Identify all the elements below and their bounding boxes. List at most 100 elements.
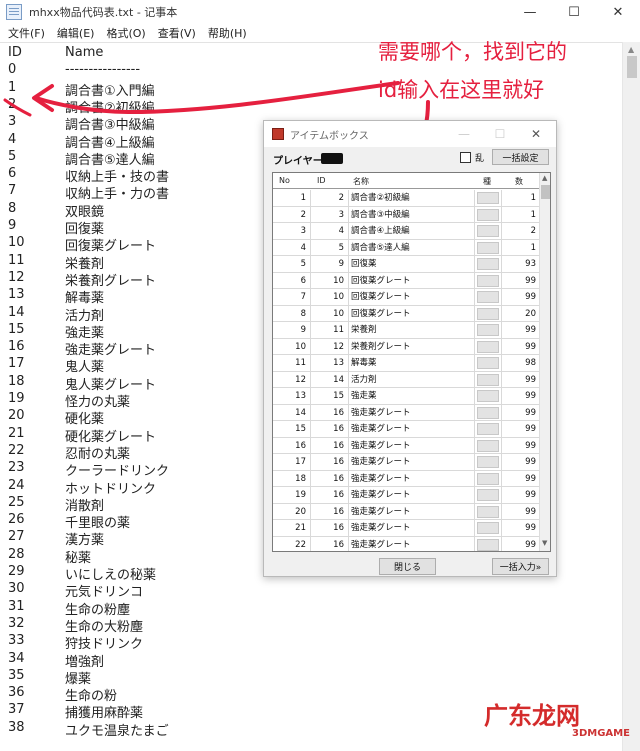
row-qty-input[interactable]: 99 bbox=[502, 372, 539, 388]
table-row[interactable]: 1 2 調合書②初級編 1 bbox=[273, 190, 539, 207]
minimize-button[interactable]: — bbox=[508, 0, 552, 24]
row-id-input[interactable]: 10 bbox=[311, 289, 349, 305]
table-row[interactable]: 20 16 強走薬グレート 99 bbox=[273, 503, 539, 520]
row-qty-input[interactable]: 99 bbox=[502, 520, 539, 536]
dialog-maximize-button[interactable]: ☐ bbox=[482, 121, 518, 147]
row-kind[interactable] bbox=[475, 421, 502, 437]
row-qty-input[interactable]: 99 bbox=[502, 289, 539, 305]
row-kind[interactable] bbox=[475, 503, 502, 520]
row-id-input[interactable]: 16 bbox=[311, 520, 349, 536]
row-kind[interactable] bbox=[475, 305, 502, 322]
table-row[interactable]: 4 5 調合書⑤達人編 1 bbox=[273, 239, 539, 256]
row-kind[interactable] bbox=[475, 470, 502, 487]
row-id-input[interactable]: 4 bbox=[311, 223, 349, 239]
row-qty-input[interactable]: 1 bbox=[502, 240, 539, 256]
row-qty-input[interactable]: 2 bbox=[502, 223, 539, 239]
row-id-input[interactable]: 16 bbox=[311, 536, 349, 551]
table-row[interactable]: 16 16 強走薬グレート 99 bbox=[273, 437, 539, 454]
table-scroll-down-icon[interactable]: ▼ bbox=[542, 539, 547, 547]
table-scrollbar[interactable]: ▲ ▼ bbox=[539, 173, 550, 551]
row-kind[interactable] bbox=[475, 272, 502, 289]
row-id-input[interactable]: 15 bbox=[311, 388, 349, 404]
menu-format[interactable]: 格式(O) bbox=[100, 25, 151, 41]
table-row[interactable]: 7 10 回復薬グレート 99 bbox=[273, 289, 539, 306]
table-row[interactable]: 14 16 強走薬グレート 99 bbox=[273, 404, 539, 421]
table-row[interactable]: 19 16 強走薬グレート 99 bbox=[273, 487, 539, 504]
row-kind[interactable] bbox=[475, 404, 502, 421]
row-qty-input[interactable]: 99 bbox=[502, 388, 539, 404]
row-qty-input[interactable]: 99 bbox=[502, 438, 539, 454]
row-kind[interactable] bbox=[475, 355, 502, 371]
row-qty-input[interactable]: 99 bbox=[502, 537, 539, 552]
row-id-input[interactable]: 16 bbox=[311, 487, 349, 503]
row-kind[interactable] bbox=[475, 190, 502, 206]
table-scrollbar-thumb[interactable] bbox=[541, 185, 550, 199]
row-id-input[interactable]: 16 bbox=[311, 470, 349, 487]
row-qty-input[interactable]: 20 bbox=[502, 306, 539, 322]
row-id-input[interactable]: 5 bbox=[311, 239, 349, 256]
menu-edit[interactable]: 编辑(E) bbox=[51, 25, 101, 41]
row-kind[interactable] bbox=[475, 338, 502, 355]
row-id-input[interactable]: 12 bbox=[311, 338, 349, 355]
table-row[interactable]: 9 11 栄養剤 99 bbox=[273, 322, 539, 339]
table-row[interactable]: 10 12 栄養剤グレート 99 bbox=[273, 338, 539, 355]
row-id-input[interactable]: 10 bbox=[311, 305, 349, 322]
row-kind[interactable] bbox=[475, 371, 502, 388]
dialog-close-button[interactable]: ✕ bbox=[518, 121, 554, 147]
row-qty-input[interactable]: 1 bbox=[502, 207, 539, 223]
row-id-input[interactable]: 16 bbox=[311, 421, 349, 437]
row-kind[interactable] bbox=[475, 206, 502, 223]
table-row[interactable]: 18 16 強走薬グレート 99 bbox=[273, 470, 539, 487]
table-row[interactable]: 22 16 強走薬グレート 99 bbox=[273, 536, 539, 552]
row-qty-input[interactable]: 99 bbox=[502, 454, 539, 470]
maximize-button[interactable]: ☐ bbox=[552, 0, 596, 24]
table-row[interactable]: 3 4 調合書④上級編 2 bbox=[273, 223, 539, 240]
table-row[interactable]: 8 10 回復薬グレート 20 bbox=[273, 305, 539, 322]
dialog-minimize-button[interactable]: — bbox=[446, 121, 482, 147]
row-id-input[interactable]: 3 bbox=[311, 206, 349, 223]
close-button[interactable]: ✕ bbox=[596, 0, 640, 24]
table-scroll-up-icon[interactable]: ▲ bbox=[542, 174, 547, 182]
row-qty-input[interactable]: 99 bbox=[502, 504, 539, 520]
table-row[interactable]: 11 13 解毒薬 98 bbox=[273, 355, 539, 372]
row-kind[interactable] bbox=[475, 437, 502, 454]
row-kind[interactable] bbox=[475, 388, 502, 404]
notepad-scrollbar[interactable]: ▲ bbox=[622, 42, 640, 751]
row-kind[interactable] bbox=[475, 289, 502, 305]
table-row[interactable]: 15 16 強走薬グレート 99 bbox=[273, 421, 539, 438]
row-kind[interactable] bbox=[475, 322, 502, 338]
row-id-input[interactable]: 16 bbox=[311, 437, 349, 454]
row-qty-input[interactable]: 1 bbox=[502, 190, 539, 206]
menu-help[interactable]: 帮助(H) bbox=[202, 25, 253, 41]
bulk-set-button[interactable]: 一括設定 bbox=[492, 149, 549, 165]
table-row[interactable]: 21 16 強走薬グレート 99 bbox=[273, 520, 539, 537]
row-qty-input[interactable]: 99 bbox=[502, 339, 539, 355]
close-dialog-button[interactable]: 閉じる bbox=[379, 558, 436, 575]
table-row[interactable]: 5 9 回復薬 93 bbox=[273, 256, 539, 273]
table-row[interactable]: 13 15 強走薬 99 bbox=[273, 388, 539, 405]
row-id-input[interactable]: 16 bbox=[311, 503, 349, 520]
row-id-input[interactable]: 2 bbox=[311, 190, 349, 206]
row-qty-input[interactable]: 99 bbox=[502, 273, 539, 289]
row-kind[interactable] bbox=[475, 536, 502, 551]
row-id-input[interactable]: 10 bbox=[311, 272, 349, 289]
row-qty-input[interactable]: 93 bbox=[502, 256, 539, 272]
row-id-input[interactable]: 14 bbox=[311, 371, 349, 388]
row-kind[interactable] bbox=[475, 520, 502, 536]
bulk-input-button[interactable]: 一括入力» bbox=[492, 558, 549, 575]
table-row[interactable]: 17 16 強走薬グレート 99 bbox=[273, 454, 539, 471]
row-id-input[interactable]: 11 bbox=[311, 322, 349, 338]
table-row[interactable]: 12 14 活力剤 99 bbox=[273, 371, 539, 388]
row-qty-input[interactable]: 99 bbox=[502, 405, 539, 421]
row-qty-input[interactable]: 99 bbox=[502, 322, 539, 338]
row-kind[interactable] bbox=[475, 256, 502, 272]
row-qty-input[interactable]: 99 bbox=[502, 487, 539, 503]
row-id-input[interactable]: 9 bbox=[311, 256, 349, 272]
row-id-input[interactable]: 16 bbox=[311, 404, 349, 421]
menu-file[interactable]: 文件(F) bbox=[0, 25, 51, 41]
menu-view[interactable]: 查看(V) bbox=[152, 25, 202, 41]
row-kind[interactable] bbox=[475, 223, 502, 239]
row-kind[interactable] bbox=[475, 239, 502, 256]
row-qty-input[interactable]: 98 bbox=[502, 355, 539, 371]
table-row[interactable]: 6 10 回復薬グレート 99 bbox=[273, 272, 539, 289]
